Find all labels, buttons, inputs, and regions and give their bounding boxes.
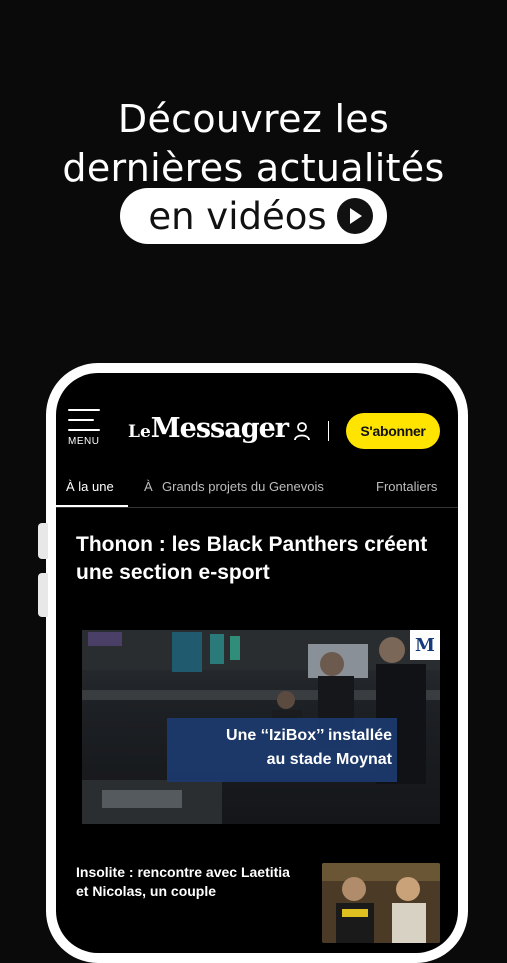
tab-grands-projets[interactable]: Grands projets du Genevois xyxy=(162,479,324,494)
section-tabs: À la une À Grands projets du Genevois Fr… xyxy=(56,479,458,515)
menu-button[interactable]: MENU xyxy=(68,409,108,447)
menu-label: MENU xyxy=(68,436,100,447)
hero-badge: M xyxy=(410,630,440,660)
hero-caption: Une ‘‘IziBox’’ installée au stade Moynat xyxy=(172,724,392,772)
header-divider xyxy=(328,421,329,441)
promo-pill-text: en vidéos xyxy=(148,194,327,238)
logo-le: Le xyxy=(128,422,151,442)
article-title[interactable]: Thonon : les Black Panthers créent une s… xyxy=(76,531,446,587)
tab-a-la-une[interactable]: À la une xyxy=(66,479,114,494)
hero-caption-line-1: Une ‘‘IziBox’’ installée xyxy=(226,727,392,744)
logo-name: Messager xyxy=(150,413,289,444)
promo-headline: Découvrez les dernières actualités xyxy=(0,95,507,193)
news-list-item-thumbnail[interactable] xyxy=(322,863,440,943)
phone-side-button xyxy=(38,523,48,559)
app-screen: MENU LeMessager S'abonner À la une À Gra… xyxy=(56,373,458,953)
tabs-divider xyxy=(56,507,458,508)
tab-frontaliers[interactable]: Frontaliers xyxy=(376,479,437,494)
promo-pill-row: en vidéos xyxy=(0,188,507,244)
phone-side-button xyxy=(38,573,48,617)
promo-pill: en vidéos xyxy=(120,188,387,244)
subscribe-button[interactable]: S'abonner xyxy=(346,413,440,449)
hero-caption-line-2: au stade Moynat xyxy=(266,751,392,768)
article-hero-image[interactable]: M Une ‘‘IziBox’’ installée au stade Moyn… xyxy=(82,630,440,824)
hamburger-icon xyxy=(68,409,100,431)
promo-line-2: dernières actualités xyxy=(62,146,445,190)
promo-line-1: Découvrez les xyxy=(117,97,390,141)
app-header: MENU LeMessager S'abonner xyxy=(56,373,458,453)
user-icon[interactable] xyxy=(293,421,311,446)
news-list-item-title[interactable]: Insolite : rencontre avec Laetitia et Ni… xyxy=(76,863,296,901)
site-logo[interactable]: LeMessager xyxy=(128,413,289,444)
thumbnail-photo xyxy=(322,863,440,943)
tab-a[interactable]: À xyxy=(144,479,153,494)
phone-frame: MENU LeMessager S'abonner À la une À Gra… xyxy=(38,363,468,963)
play-icon xyxy=(336,198,373,234)
